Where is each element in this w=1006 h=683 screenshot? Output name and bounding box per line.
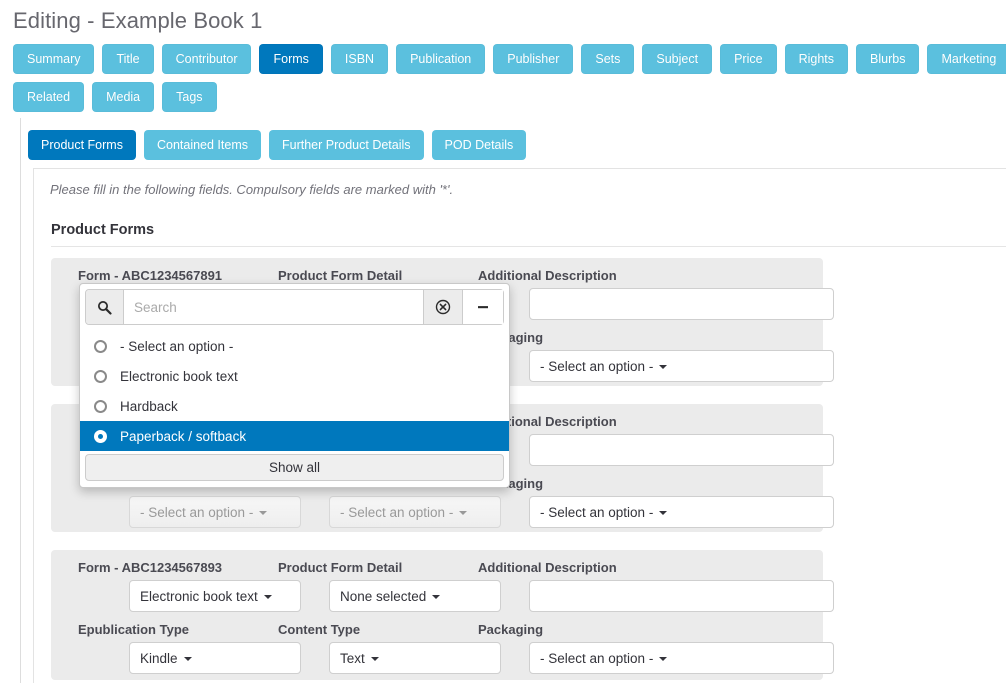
chevron-down-icon [659,511,668,515]
collapse-icon[interactable] [463,290,503,324]
chevron-down-icon [459,511,468,515]
card3-form-label: Form - ABC1234567893 [78,560,223,575]
card3-content-type-select[interactable]: Text [329,642,501,674]
card2-product-form-detail-value: - Select an option - [340,504,454,520]
radio-icon [94,339,107,353]
tab-summary[interactable]: Summary [13,44,95,74]
chevron-down-icon [659,365,668,369]
radio-icon [94,399,107,413]
card2-form-select-value: - Select an option - [140,504,254,520]
card3-product-form-detail-select[interactable]: None selected [329,580,501,612]
radio-icon [94,369,107,383]
dropdown-search-row [85,289,504,325]
card1-packaging-value: - Select an option - [540,358,654,374]
card3-additional-description-input[interactable] [529,580,834,612]
card3-content-type-value: Text [340,650,365,666]
card2-form-select[interactable]: - Select an option - [129,496,301,528]
tab-publication[interactable]: Publication [396,44,486,74]
dropdown-option-label: Electronic book text [120,368,238,384]
card3-form-select[interactable]: Electronic book text [129,580,301,612]
page-title: Editing - Example Book 1 [13,8,263,33]
tab-tags[interactable]: Tags [162,82,217,112]
tab-sets[interactable]: Sets [581,44,635,74]
subtab-product-forms[interactable]: Product Forms [28,130,136,160]
card3-packaging-label: Packaging [478,622,544,637]
card3-epublication-type-label: Epublication Type [78,622,189,637]
card3-packaging-value: - Select an option - [540,650,654,666]
section-divider [51,246,1006,247]
tab-related[interactable]: Related [13,82,85,112]
card1-additional-description-label: Additional Description [478,268,617,283]
card1-product-form-detail-label: Product Form Detail [278,268,403,283]
section-title: Product Forms [51,222,155,238]
chevron-down-icon [183,657,192,661]
chevron-down-icon [263,595,272,599]
dropdown-option-label: - Select an option - [120,338,234,354]
dropdown-option[interactable]: Electronic book text [80,361,509,391]
card3-content-type-label: Content Type [278,622,361,637]
card1-additional-description-input[interactable] [529,288,834,320]
card3-epublication-type-value: Kindle [140,650,178,666]
radio-icon-checked [94,429,107,443]
card3-additional-description-label: Additional Description [478,560,617,575]
sub-tab-bar: Product Forms Contained Items Further Pr… [28,130,527,160]
subtab-further-product-details[interactable]: Further Product Details [269,130,424,160]
tab-isbn[interactable]: ISBN [330,44,389,74]
subtab-contained-items[interactable]: Contained Items [143,130,261,160]
dropdown-option-list: - Select an option - Electronic book tex… [80,331,509,451]
show-all-button[interactable]: Show all [85,454,504,481]
chevron-down-icon [659,657,668,661]
card3-product-form-detail-label: Product Form Detail [278,560,403,575]
tab-media[interactable]: Media [92,82,155,112]
product-form-card: Form - ABC1234567893 Product Form Detail… [51,550,834,680]
card3-epublication-type-select[interactable]: Kindle [129,642,301,674]
product-form-dropdown-panel: - Select an option - Electronic book tex… [79,283,510,488]
dropdown-option[interactable]: Hardback [80,391,509,421]
clear-search-icon[interactable] [423,290,463,324]
card1-form-label: Form - ABC1234567891 [78,268,223,283]
help-note: Please fill in the following fields. Com… [50,182,454,197]
card3-product-form-detail-value: None selected [340,588,427,604]
tab-blurbs[interactable]: Blurbs [856,44,920,74]
tab-rights[interactable]: Rights [784,44,849,74]
chevron-down-icon [259,511,268,515]
tab-publisher[interactable]: Publisher [493,44,574,74]
chevron-down-icon [432,595,441,599]
chevron-down-icon [370,657,379,661]
tab-price[interactable]: Price [720,44,777,74]
tab-forms[interactable]: Forms [259,44,323,74]
card1-packaging-select[interactable]: - Select an option - [529,350,834,382]
dropdown-option-selected[interactable]: Paperback / softback [80,421,509,451]
dropdown-option-label: Hardback [120,398,178,414]
tab-title[interactable]: Title [102,44,154,74]
dropdown-option-label: Paperback / softback [120,428,247,444]
page-root: Editing - Example Book 1 Summary Title C… [0,0,1006,683]
card2-packaging-value: - Select an option - [540,504,654,520]
card3-packaging-select[interactable]: - Select an option - [529,642,834,674]
tab-marketing[interactable]: Marketing [927,44,1006,74]
tab-subject[interactable]: Subject [642,44,713,74]
card2-packaging-select[interactable]: - Select an option - [529,496,834,528]
main-tab-bar: Summary Title Contributor Forms ISBN Pub… [13,44,1006,112]
subtab-pod-details[interactable]: POD Details [431,130,527,160]
dropdown-search-input[interactable] [124,290,423,324]
card3-form-select-value: Electronic book text [140,588,258,604]
dropdown-option[interactable]: - Select an option - [80,331,509,361]
card2-additional-description-input[interactable] [529,434,834,466]
card2-product-form-detail-select[interactable]: - Select an option - [329,496,501,528]
search-icon [86,290,124,324]
tab-contributor[interactable]: Contributor [161,44,252,74]
